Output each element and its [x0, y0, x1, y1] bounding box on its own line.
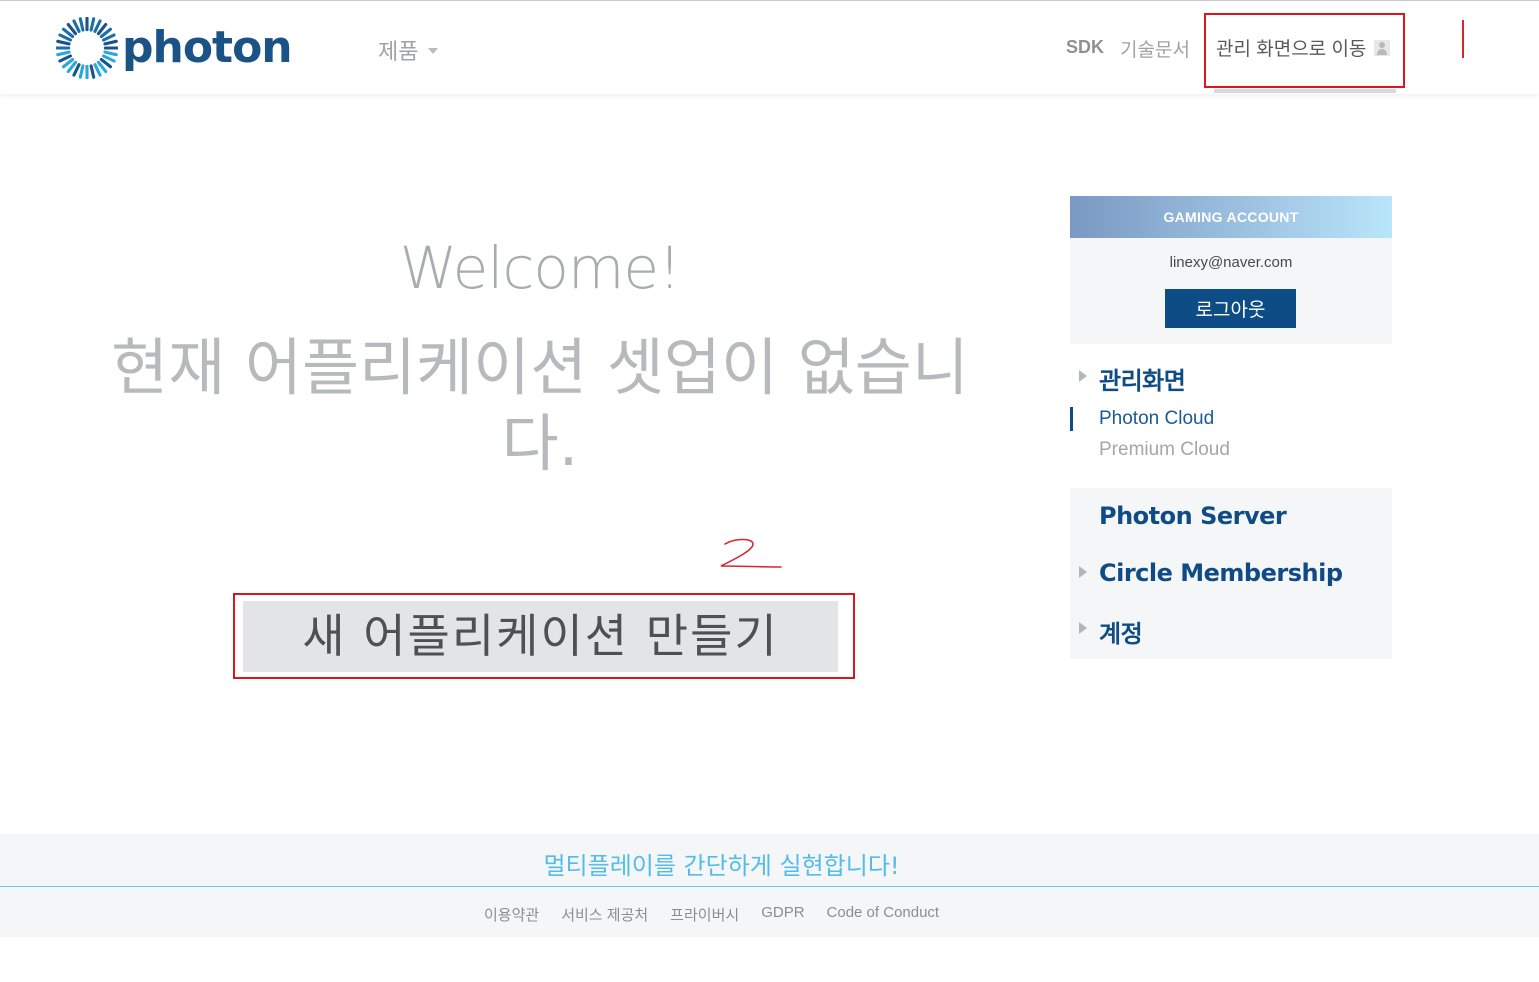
footer-divider — [0, 886, 1539, 887]
gaming-account-header: GAMING ACCOUNT — [1070, 196, 1392, 238]
triangle-right-icon — [1079, 566, 1087, 578]
footer-link-terms[interactable]: 이용약관 — [484, 904, 539, 925]
sidebar-item-photon-server[interactable]: Photon Server — [1099, 502, 1287, 530]
site-footer: 멀티플레이를 간단하게 실현합니다! 이용약관 서비스 제공처 프라이버시 GD… — [0, 834, 1539, 937]
chevron-down-icon — [428, 48, 439, 54]
photon-logo-icon — [56, 17, 118, 79]
sidebar-menu-group: Photon Server Circle Membership 계정 — [1070, 488, 1392, 659]
account-email: linexy@naver.com — [1169, 254, 1293, 271]
annotation-number-2 — [720, 538, 782, 568]
active-nav-underline — [1214, 89, 1396, 93]
management-section: 관리화면 Photon Cloud Premium Cloud — [1070, 355, 1392, 475]
welcome-heading: Welcome! — [399, 234, 682, 302]
triangle-right-icon — [1079, 622, 1087, 634]
triangle-right-icon — [1079, 370, 1087, 382]
nav-products-dropdown[interactable]: 제품 — [378, 34, 439, 66]
create-application-button[interactable]: 새 어플리케이션 만들기 — [243, 601, 838, 672]
footer-link-privacy[interactable]: 프라이버시 — [670, 904, 739, 925]
footer-link-provider[interactable]: 서비스 제공처 — [561, 904, 648, 925]
nav-sdk-link[interactable]: SDK — [1066, 37, 1104, 58]
photon-logo[interactable]: photon — [56, 17, 293, 79]
logout-button[interactable]: 로그아웃 — [1165, 289, 1296, 328]
no-apps-message: 현재 어플리케이션 셋업이 없습니다. — [111, 331, 969, 480]
gaming-account-card: GAMING ACCOUNT linexy@naver.com 로그아웃 — [1070, 196, 1392, 344]
footer-link-gdpr[interactable]: GDPR — [761, 904, 804, 925]
annotation-red-mark — [1462, 20, 1464, 58]
sidebar-item-photon-cloud[interactable]: Photon Cloud — [1099, 408, 1214, 430]
footer-link-code-of-conduct[interactable]: Code of Conduct — [827, 904, 940, 925]
footer-tagline: 멀티플레이를 간단하게 실현합니다! — [543, 852, 900, 880]
active-indicator — [1070, 407, 1073, 431]
logo-text: photon — [122, 22, 293, 73]
footer-links: 이용약관 서비스 제공처 프라이버시 GDPR Code of Conduct — [484, 904, 961, 925]
nav-products-label: 제품 — [378, 39, 419, 64]
management-title[interactable]: 관리화면 — [1099, 361, 1186, 396]
sidebar-item-account[interactable]: 계정 — [1099, 614, 1143, 649]
sidebar-item-circle-membership[interactable]: Circle Membership — [1099, 559, 1343, 587]
annotation-highlight-admin — [1204, 13, 1405, 88]
sidebar-item-premium-cloud[interactable]: Premium Cloud — [1099, 439, 1230, 461]
nav-docs-link[interactable]: 기술문서 — [1120, 35, 1190, 62]
